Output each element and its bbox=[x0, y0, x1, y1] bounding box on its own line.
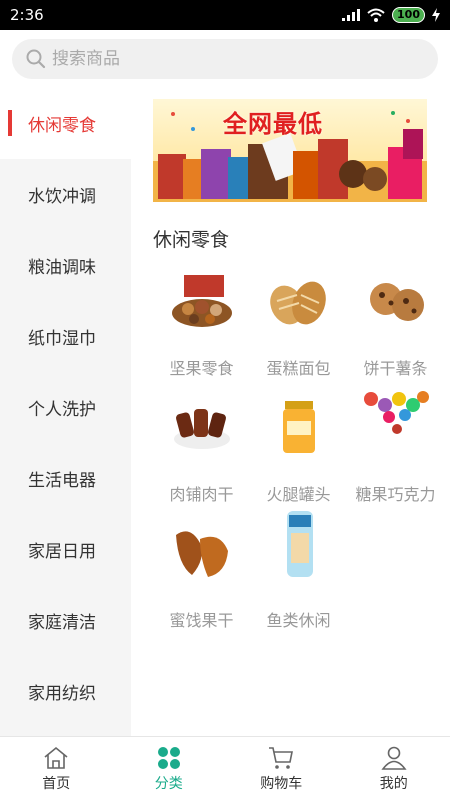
tab-category[interactable]: 分类 bbox=[113, 737, 226, 800]
sidebar-item-snacks[interactable]: 休闲零食 bbox=[0, 88, 131, 159]
search-input[interactable] bbox=[52, 49, 412, 69]
sidebar-item-label: 家庭清洁 bbox=[28, 613, 96, 633]
promo-banner[interactable]: 全网最低 bbox=[153, 99, 427, 202]
sidebar-item-household[interactable]: 家居日用 bbox=[0, 514, 131, 585]
home-icon bbox=[44, 746, 68, 769]
sidebar-item-tissues[interactable]: 纸巾湿巾 bbox=[0, 301, 131, 372]
bottom-tab-bar: 首页 分类 购物车 我的 bbox=[0, 736, 450, 800]
banner-title: 全网最低 bbox=[223, 110, 323, 138]
subcategory-label: 蜜饯果干 bbox=[169, 611, 234, 630]
tab-label: 分类 bbox=[154, 776, 183, 792]
fish-snack-image bbox=[286, 511, 313, 577]
sidebar-item-label: 水饮冲调 bbox=[28, 187, 96, 207]
sidebar-item-label: 休闲零食 bbox=[28, 116, 96, 136]
subcategory-label: 糖果巧克力 bbox=[355, 485, 436, 504]
subcategory-bread[interactable]: 蛋糕面包 bbox=[250, 263, 347, 389]
search-bar-container bbox=[0, 30, 450, 88]
subcategory-dried-fruit[interactable]: 蜜饯果干 bbox=[153, 515, 250, 641]
subcategory-nuts[interactable]: 坚果零食 bbox=[153, 263, 250, 389]
sidebar-item-cleaning[interactable]: 家庭清洁 bbox=[0, 585, 131, 656]
sidebar-item-label: 生活电器 bbox=[28, 471, 96, 491]
cart-icon bbox=[269, 747, 294, 769]
sidebar-item-personal-care[interactable]: 个人洗护 bbox=[0, 372, 131, 443]
status-icons: 100 bbox=[342, 7, 440, 23]
sidebar-item-label: 家用纺织 bbox=[28, 684, 96, 704]
subcategory-fish-snack[interactable]: 鱼类休闲 bbox=[250, 511, 347, 641]
subcategory-jerky[interactable]: 肉铺肉干 bbox=[153, 389, 250, 515]
section-title: 休闲零食 bbox=[153, 229, 230, 251]
sidebar-item-appliances[interactable]: 生活电器 bbox=[0, 443, 131, 514]
subcategory-label: 饼干薯条 bbox=[363, 359, 428, 378]
subcategory-canned[interactable]: 火腿罐头 bbox=[250, 389, 347, 515]
sidebar-item-textiles[interactable]: 家用纺织 bbox=[0, 656, 131, 727]
dried-fruit-image bbox=[175, 531, 228, 577]
subcategory-label: 坚果零食 bbox=[169, 359, 234, 378]
tab-label: 购物车 bbox=[260, 776, 303, 792]
tab-label: 首页 bbox=[42, 776, 71, 792]
wifi-icon bbox=[367, 8, 385, 22]
candy-image bbox=[363, 391, 429, 434]
status-bar: 2:36 100 bbox=[0, 0, 450, 30]
subcategory-label: 蛋糕面包 bbox=[266, 359, 331, 378]
sidebar-item-label: 个人洗护 bbox=[28, 400, 96, 420]
status-time: 2:36 bbox=[10, 6, 44, 24]
charging-icon bbox=[432, 8, 440, 22]
category-icon bbox=[157, 747, 180, 769]
search-box[interactable] bbox=[12, 39, 438, 79]
subcategory-label: 肉铺肉干 bbox=[169, 485, 234, 504]
user-icon bbox=[381, 746, 407, 770]
canned-fruit-image bbox=[282, 401, 315, 453]
subcategory-candy[interactable]: 糖果巧克力 bbox=[347, 389, 444, 515]
subcategory-label: 火腿罐头 bbox=[266, 485, 331, 504]
sidebar-item-label: 纸巾湿巾 bbox=[28, 329, 96, 349]
cookies-image bbox=[369, 283, 424, 321]
subcategory-label: 鱼类休闲 bbox=[266, 611, 331, 630]
tab-home[interactable]: 首页 bbox=[0, 737, 113, 800]
tab-cart[interactable]: 购物车 bbox=[225, 737, 338, 800]
category-sidebar: 休闲零食 水饮冲调 粮油调味 纸巾湿巾 个人洗护 生活电器 家居日用 家庭清洁 … bbox=[0, 88, 131, 736]
category-content: 全网最低 休闲零食 坚果零食 蛋糕面包 饼干薯条 肉铺肉干 火腿罐头 糖果巧克力… bbox=[131, 88, 450, 736]
search-icon bbox=[26, 49, 46, 69]
tab-profile[interactable]: 我的 bbox=[338, 737, 450, 800]
subcategory-cookies[interactable]: 饼干薯条 bbox=[347, 263, 444, 389]
bread-image bbox=[269, 281, 326, 325]
sidebar-item-label: 家居日用 bbox=[28, 542, 96, 562]
tab-label: 我的 bbox=[379, 776, 408, 792]
sidebar-item-label: 粮油调味 bbox=[28, 258, 96, 278]
sidebar-item-grain-oil[interactable]: 粮油调味 bbox=[0, 230, 131, 301]
sidebar-item-drinks[interactable]: 水饮冲调 bbox=[0, 159, 131, 230]
signal-icon bbox=[342, 9, 361, 21]
battery-indicator: 100 bbox=[392, 7, 425, 23]
nuts-image bbox=[171, 275, 232, 327]
jerky-image bbox=[173, 409, 230, 449]
